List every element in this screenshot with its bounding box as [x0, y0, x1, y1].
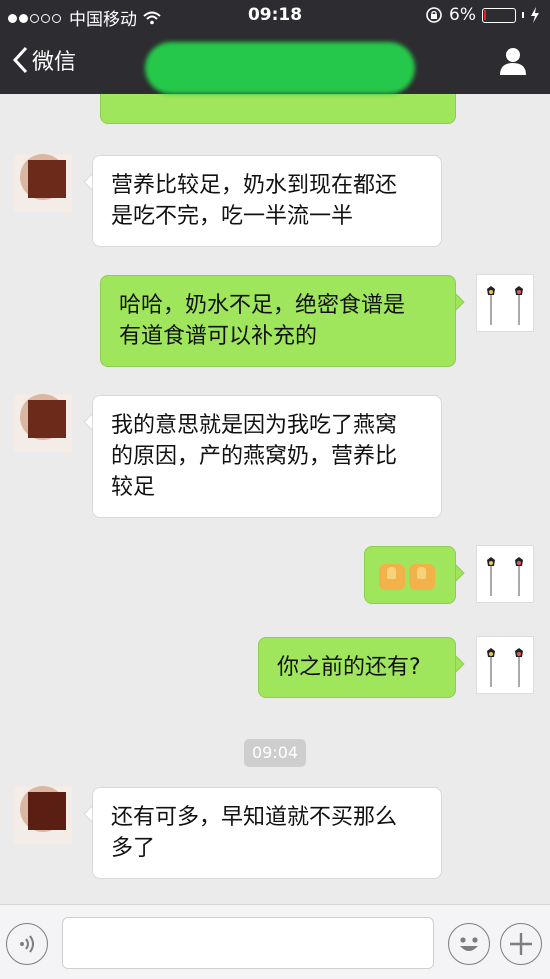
- message-line: 是吃不完，吃一半流一半: [111, 204, 354, 229]
- status-right: 6%: [425, 5, 540, 25]
- input-bar: [0, 904, 550, 979]
- message-text: 目: [119, 94, 141, 97]
- message-line: 的原因，产的燕窝奶，营养比: [111, 444, 398, 469]
- battery-percent: 6%: [449, 5, 476, 25]
- charging-bolt-icon: [531, 7, 539, 23]
- my-message-bubble[interactable]: [364, 546, 456, 604]
- back-button[interactable]: 微信: [12, 44, 76, 76]
- smiley-icon: [460, 937, 478, 951]
- their-message-bubble[interactable]: 我的意思就是因为我吃了燕窝 的原因，产的燕窝奶，营养比 较足: [92, 395, 442, 518]
- my-message-bubble[interactable]: 哈哈，奶水不足，绝密食谱是 有道食谱可以补充的: [100, 275, 456, 367]
- chevron-left-icon: [12, 46, 28, 74]
- avatar[interactable]: [14, 394, 72, 452]
- message-line: 营养比较足，奶水到现在都还: [111, 173, 398, 198]
- my-avatar[interactable]: [476, 545, 534, 603]
- voice-button[interactable]: [6, 923, 48, 965]
- rotation-lock-icon: [426, 7, 442, 23]
- their-message-bubble[interactable]: 还有可多，早知道就不买那么 多了: [92, 787, 442, 879]
- battery-icon: [482, 7, 516, 23]
- chat-area[interactable]: 目 营养比较足，奶水到现在都还 是吃不完，吃一半流一半 哈哈，奶水不足，绝密食谱…: [0, 94, 550, 904]
- my-avatar[interactable]: [476, 636, 534, 694]
- thumbs-up-icon: [409, 564, 435, 590]
- message-text: 你之前的还有?: [277, 655, 421, 680]
- plus-button[interactable]: [500, 923, 542, 965]
- redacted-title: [145, 42, 415, 94]
- emoji-button[interactable]: [448, 923, 490, 965]
- avatar[interactable]: [14, 154, 72, 212]
- message-line: 较足: [111, 475, 156, 500]
- thumbs-up-icon: [379, 564, 405, 590]
- bird-icon: [487, 286, 523, 325]
- their-message-bubble[interactable]: 营养比较足，奶水到现在都还 是吃不完，吃一半流一半: [92, 155, 442, 247]
- battery-tip: [522, 12, 524, 18]
- nav-bar: 微信: [0, 30, 550, 94]
- status-bar: 中国移动 09:18 6%: [0, 0, 550, 30]
- message-line: 还有可多，早知道就不买那么: [111, 805, 398, 830]
- avatar[interactable]: [14, 786, 72, 844]
- bird-icon: [487, 648, 523, 687]
- bird-icon: [487, 557, 523, 596]
- message-line: 多了: [111, 836, 156, 861]
- voice-icon: [20, 935, 34, 953]
- top-bar: 中国移动 09:18 6% 微信: [0, 0, 550, 94]
- back-label: 微信: [32, 50, 77, 75]
- message-line: 我的意思就是因为我吃了燕窝: [111, 413, 398, 438]
- my-message-bubble[interactable]: 你之前的还有?: [258, 637, 456, 698]
- message-line: 有道食谱可以补充的: [119, 324, 318, 349]
- message-line: 哈哈，奶水不足，绝密食谱是: [119, 293, 406, 318]
- my-message-bubble[interactable]: 目: [100, 94, 456, 124]
- plus-icon: [510, 933, 532, 955]
- timestamp: 09:04: [244, 739, 306, 767]
- my-avatar[interactable]: [476, 274, 534, 332]
- message-input[interactable]: [62, 917, 434, 969]
- person-icon[interactable]: [498, 46, 528, 76]
